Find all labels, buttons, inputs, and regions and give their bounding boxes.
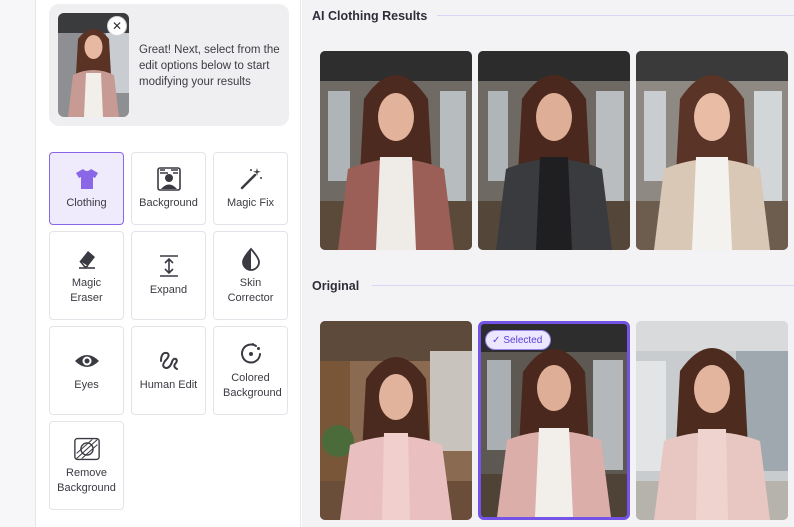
original-image[interactable] <box>320 321 472 520</box>
remove-background-icon <box>73 436 100 462</box>
hint-message: Great! Next, select from the edit option… <box>139 44 280 88</box>
scribble-icon <box>156 348 182 374</box>
tool-human-edit[interactable]: Human Edit <box>131 326 206 415</box>
selected-badge: ✓ Selected <box>485 330 552 350</box>
original-image-selected[interactable]: ✓ Selected <box>478 321 630 520</box>
original-image[interactable] <box>636 321 788 520</box>
original-title: Original <box>312 279 360 293</box>
hint-card: ✕ Great! Next, select from the edit opti… <box>49 4 289 126</box>
selected-badge-label: Selected <box>503 334 543 346</box>
close-icon[interactable]: ✕ <box>107 16 127 36</box>
tool-label: Magic Eraser <box>70 276 103 304</box>
tool-label: Human Edit <box>139 379 198 391</box>
tool-eyes[interactable]: Eyes <box>49 326 124 415</box>
tool-clothing[interactable]: Clothing <box>49 152 124 225</box>
magic-wand-icon <box>238 166 264 192</box>
divider <box>437 15 794 16</box>
tool-label: Colored Background <box>223 371 282 399</box>
tool-label: Expand <box>149 284 188 296</box>
color-circle-icon <box>238 341 264 367</box>
tool-label: Magic Fix <box>226 197 275 209</box>
ai-results-title: AI Clothing Results <box>312 9 428 23</box>
tool-label: Background <box>139 197 198 209</box>
tool-skin-corrector[interactable]: Skin Corrector <box>213 231 288 320</box>
results-area: AI Clothing Results Original ✓ Selected <box>302 0 794 527</box>
tool-label: Remove Background <box>57 466 116 494</box>
divider <box>372 285 794 286</box>
edit-tools-panel: ✕ Great! Next, select from the edit opti… <box>37 0 301 527</box>
left-sidebar-strip <box>0 0 36 527</box>
expand-vertical-icon <box>156 253 182 279</box>
background-person-icon <box>156 166 182 192</box>
ai-result-image[interactable] <box>320 51 472 250</box>
contrast-drop-icon <box>238 246 264 272</box>
check-icon: ✓ <box>492 334 501 346</box>
tool-label: Skin Corrector <box>227 276 274 304</box>
eraser-icon <box>74 246 100 272</box>
tool-colored-background[interactable]: Colored Background <box>213 326 288 415</box>
tool-magic-fix[interactable]: Magic Fix <box>213 152 288 225</box>
tool-remove-background[interactable]: Remove Background <box>49 421 124 510</box>
tool-magic-eraser[interactable]: Magic Eraser <box>49 231 124 320</box>
tool-label: Clothing <box>66 197 107 209</box>
tool-label: Eyes <box>74 379 99 391</box>
tool-background[interactable]: Background <box>131 152 206 225</box>
ai-result-image[interactable] <box>636 51 788 250</box>
eye-icon <box>74 348 100 374</box>
tool-expand[interactable]: Expand <box>131 231 206 320</box>
shirt-icon <box>74 166 100 192</box>
ai-result-image[interactable] <box>478 51 630 250</box>
